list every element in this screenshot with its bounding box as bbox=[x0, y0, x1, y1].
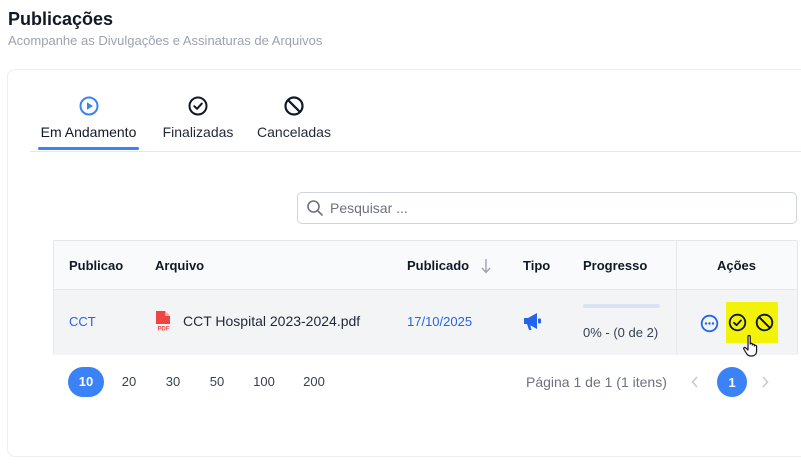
ban-icon bbox=[283, 94, 305, 118]
approve-check-icon[interactable] bbox=[727, 312, 747, 332]
page-title: Publicações bbox=[8, 9, 114, 29]
column-header-arquivo[interactable]: Arquivo bbox=[155, 241, 204, 290]
tab-label: Em Andamento bbox=[40, 124, 137, 140]
pdf-file-icon: PDF bbox=[154, 310, 174, 335]
progress-bar bbox=[583, 304, 660, 308]
tab-em-andamento[interactable]: Em Andamento bbox=[38, 92, 139, 152]
page-size-option[interactable]: 200 bbox=[296, 367, 332, 397]
cancel-ban-icon[interactable] bbox=[754, 312, 774, 332]
column-header-acoes: Ações bbox=[717, 258, 757, 273]
page-size-option[interactable]: 30 bbox=[155, 367, 191, 397]
tab-bar: Em Andamento Finalizadas Canceladas bbox=[30, 92, 801, 152]
tab-label: Finalizadas bbox=[162, 124, 234, 140]
page-number-button[interactable]: 1 bbox=[717, 367, 747, 397]
page-size-option[interactable]: 50 bbox=[199, 367, 235, 397]
actions-column-divider bbox=[676, 241, 677, 354]
column-header-publicado[interactable]: Publicado bbox=[407, 241, 469, 290]
publications-table: Publicao Arquivo Publicado Tipo Progress… bbox=[53, 240, 798, 355]
megaphone-icon bbox=[522, 310, 544, 335]
page-size-option[interactable]: 10 bbox=[68, 367, 104, 397]
page-size-option[interactable]: 100 bbox=[246, 367, 282, 397]
column-header-tipo[interactable]: Tipo bbox=[523, 241, 550, 290]
column-header-publicacao[interactable]: Publicao bbox=[69, 241, 123, 290]
search-input[interactable] bbox=[330, 200, 770, 216]
more-options-icon[interactable] bbox=[699, 313, 719, 333]
table-row: CCT PDF CCT Hospital 2023-2024.pdf 17/10… bbox=[54, 290, 797, 355]
page-subtitle: Acompanhe as Divulgações e Assinaturas d… bbox=[8, 33, 323, 48]
next-page-chevron-icon[interactable] bbox=[750, 367, 780, 397]
active-tab-indicator bbox=[38, 147, 139, 150]
column-header-progresso[interactable]: Progresso bbox=[583, 241, 647, 290]
publicado-date: 17/10/2025 bbox=[407, 314, 473, 329]
tab-canceladas[interactable]: Canceladas bbox=[254, 92, 334, 152]
sort-desc-icon[interactable] bbox=[480, 257, 492, 275]
progress-text: 0% - (0 de 2) bbox=[583, 325, 659, 340]
check-circle-icon bbox=[187, 94, 209, 118]
tab-finalizadas[interactable]: Finalizadas bbox=[158, 92, 238, 152]
search-icon bbox=[306, 199, 324, 217]
play-circle-icon bbox=[78, 94, 100, 118]
mouse-pointer-hand-icon bbox=[742, 334, 762, 363]
file-name[interactable]: CCT Hospital 2023-2024.pdf bbox=[183, 313, 360, 329]
prev-page-chevron-icon[interactable] bbox=[680, 367, 710, 397]
tab-label: Canceladas bbox=[257, 124, 331, 140]
publicacao-link[interactable]: CCT bbox=[69, 314, 96, 329]
pagination-info: Página 1 de 1 (1 itens) bbox=[526, 374, 667, 390]
page-size-option[interactable]: 20 bbox=[111, 367, 147, 397]
table-header: Publicao Arquivo Publicado Tipo Progress… bbox=[54, 241, 797, 290]
search-box[interactable] bbox=[297, 192, 797, 224]
svg-text:PDF: PDF bbox=[158, 327, 170, 333]
